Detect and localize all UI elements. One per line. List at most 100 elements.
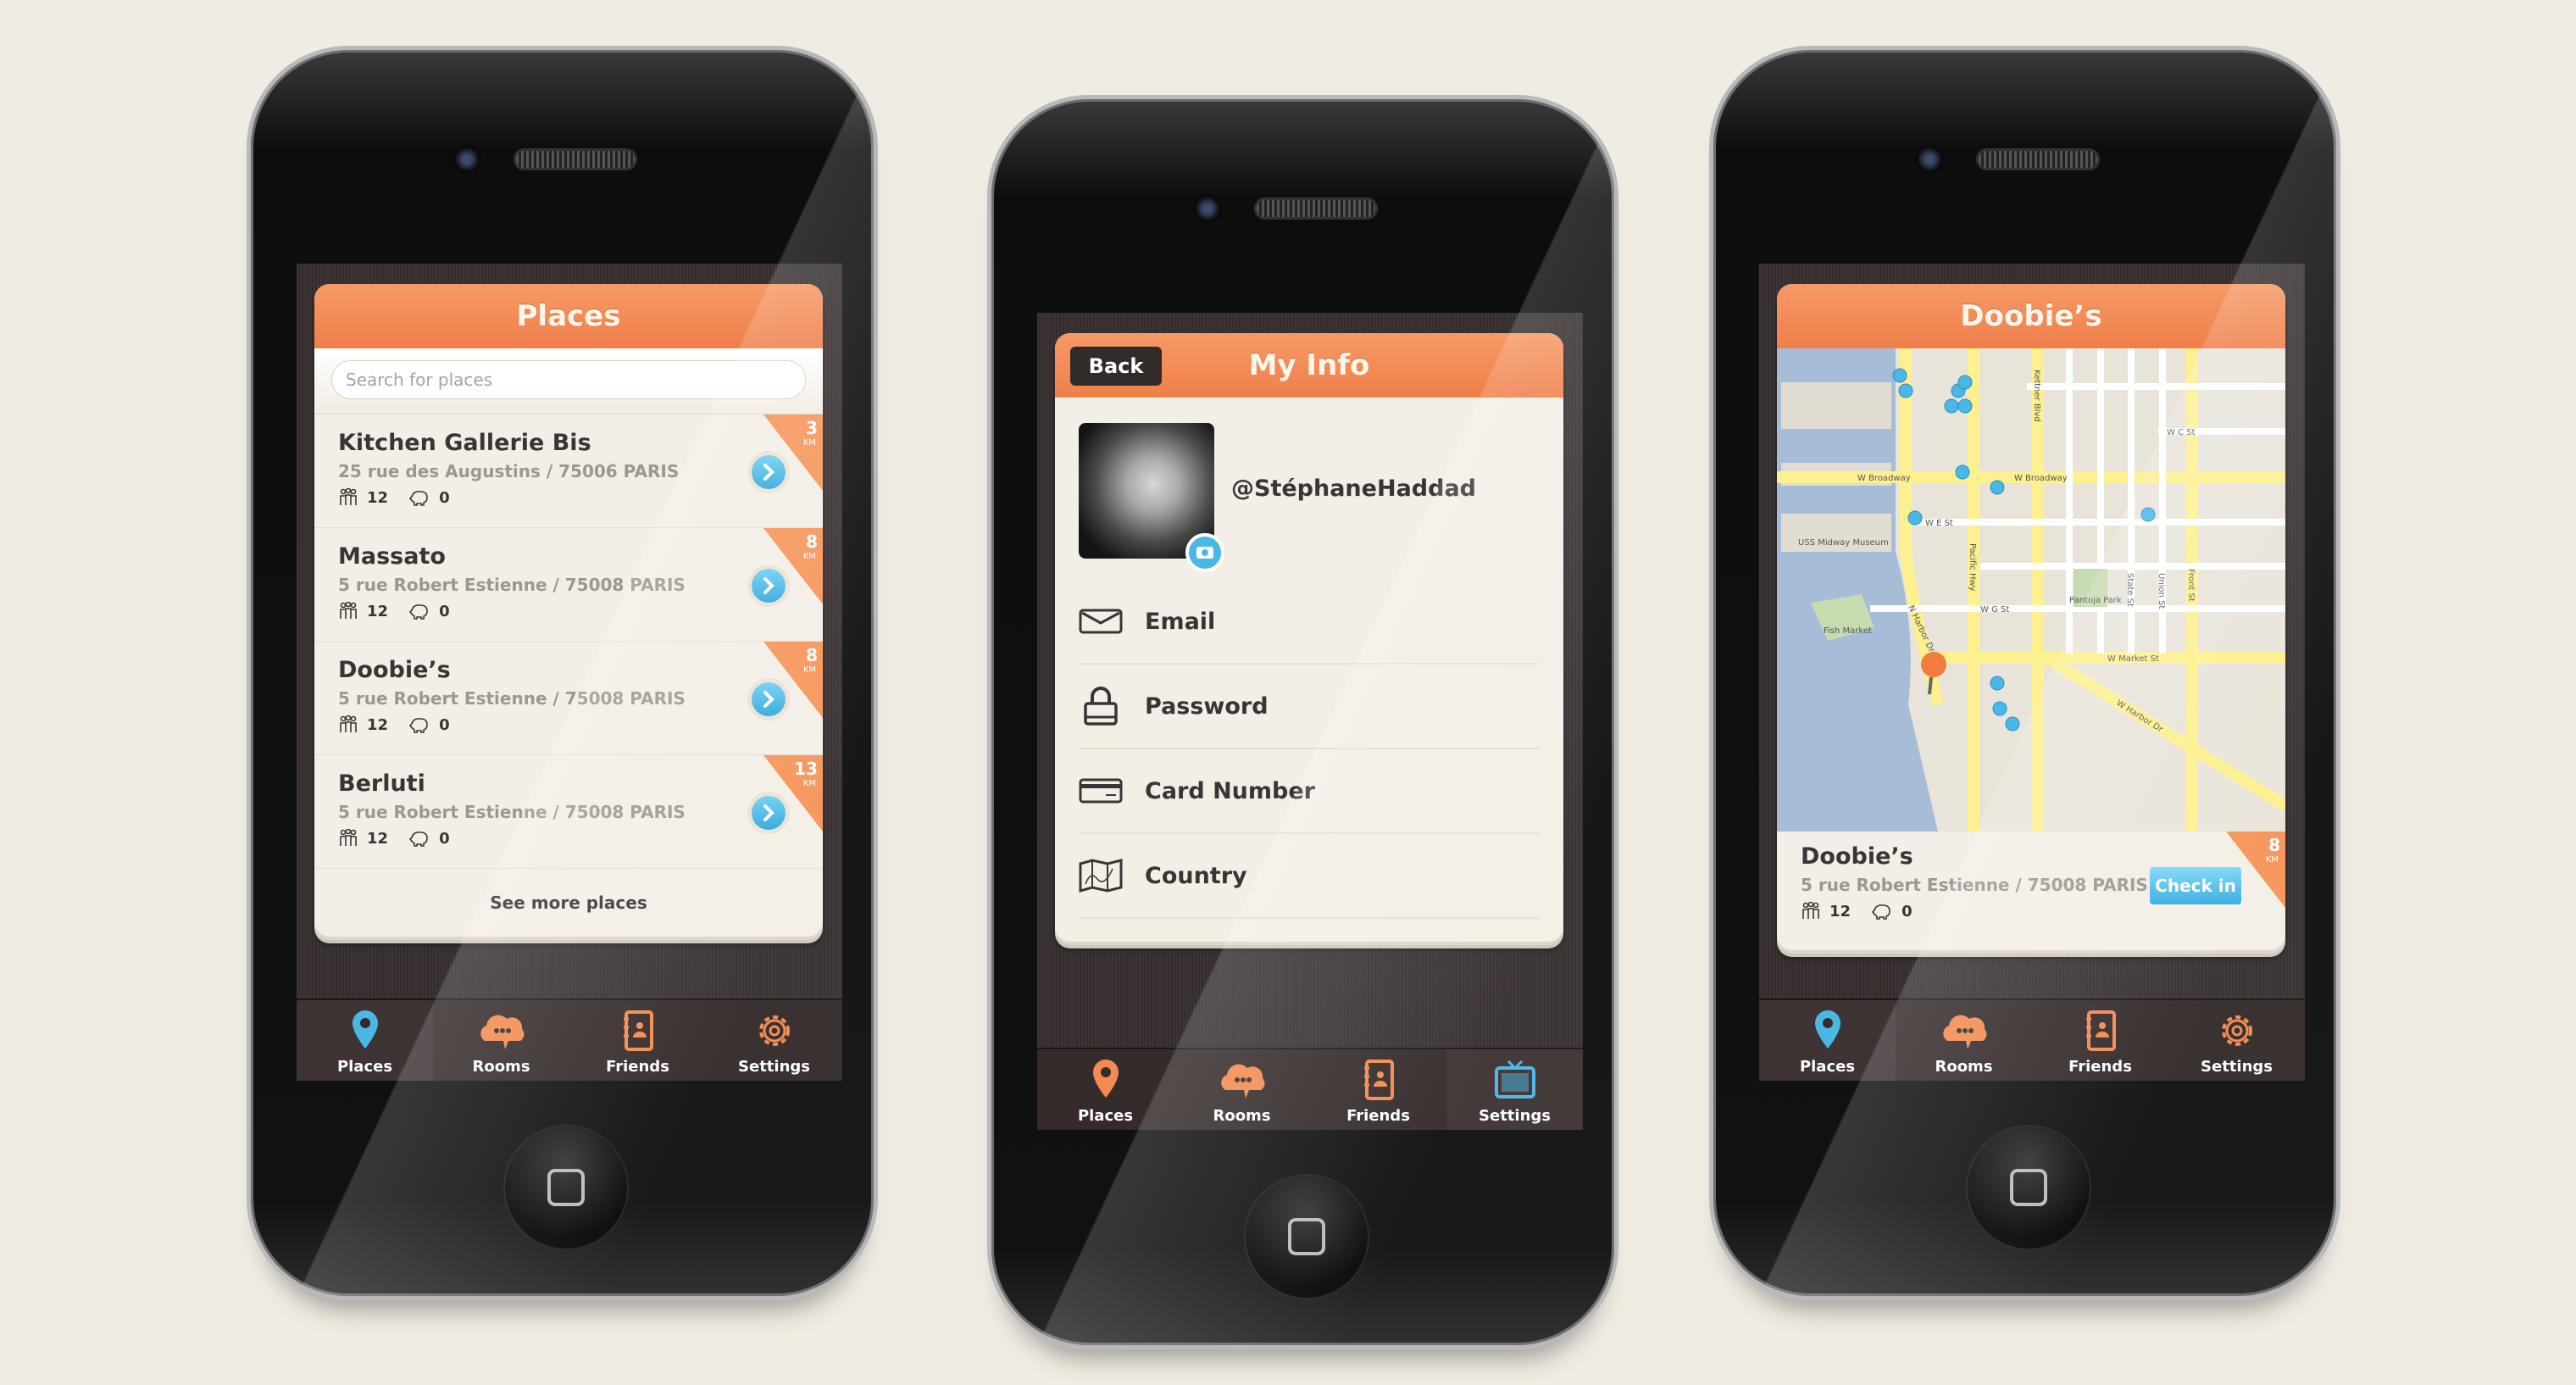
email-row[interactable]: Email bbox=[1079, 580, 1540, 665]
place-stats: 12 0 bbox=[338, 602, 799, 620]
map-label: W C St bbox=[2167, 428, 2196, 437]
tab-friends[interactable]: Friends bbox=[569, 1000, 706, 1081]
address-book-icon bbox=[2032, 1007, 2168, 1054]
tab-settings[interactable]: Settings bbox=[2168, 1000, 2305, 1081]
place-list-item[interactable]: Berluti 5 rue Robert Estienne / 75008 PA… bbox=[314, 755, 823, 869]
map-label: W Market St bbox=[2107, 654, 2159, 664]
people-count: 12 bbox=[1829, 902, 1852, 921]
tab-rooms[interactable]: Rooms bbox=[1174, 1049, 1310, 1130]
people-icon bbox=[1802, 902, 1819, 919]
tab-label: Rooms bbox=[472, 1058, 530, 1076]
place-list-item[interactable]: Doobie’s 5 rue Robert Estienne / 75008 P… bbox=[314, 642, 823, 755]
map-label: Union St bbox=[2157, 573, 2166, 609]
home-button[interactable] bbox=[1968, 1126, 2090, 1249]
place-stats: 12 0 bbox=[338, 715, 799, 734]
tab-label: Places bbox=[1077, 1107, 1134, 1125]
selected-place-pin[interactable] bbox=[1921, 652, 1946, 677]
deals-count: 0 bbox=[439, 488, 450, 507]
front-camera bbox=[1915, 145, 1944, 174]
place-summary: Doobie’s 5 rue Robert Estienne / 75008 P… bbox=[1777, 832, 2285, 950]
people-count: 12 bbox=[367, 488, 389, 507]
map-card: Doobie’s W Broadway W Broadway Kettner B… bbox=[1777, 284, 2285, 950]
see-more-places-button[interactable]: See more places bbox=[314, 869, 823, 937]
gear-icon bbox=[706, 1007, 842, 1054]
place-name: Doobie’s bbox=[338, 657, 451, 683]
tab-settings[interactable]: Settings bbox=[706, 1000, 842, 1081]
map-label: USS Midway Museum bbox=[1798, 538, 1889, 548]
places-screen: Places Kitchen Gallerie Bis 25 rue des A… bbox=[297, 264, 842, 1081]
gear-icon bbox=[2168, 1007, 2305, 1054]
map-label: W Broadway bbox=[1857, 474, 1911, 483]
chevron-right-icon[interactable] bbox=[752, 455, 786, 489]
map-pin-icon bbox=[1037, 1056, 1174, 1104]
place-name: Doobie’s bbox=[1801, 843, 1913, 870]
chevron-right-icon[interactable] bbox=[752, 796, 786, 830]
tab-bar: Places Rooms Friends Settings bbox=[1037, 1048, 1583, 1130]
tab-label: Rooms bbox=[1935, 1058, 1993, 1076]
tab-rooms[interactable]: Rooms bbox=[433, 1000, 569, 1081]
map-view[interactable]: W Broadway W Broadway Kettner Blvd Pacif… bbox=[1777, 348, 2285, 832]
people-icon bbox=[340, 829, 357, 846]
address-book-icon bbox=[1310, 1056, 1446, 1104]
password-label: Password bbox=[1145, 692, 1269, 720]
deals-count: 0 bbox=[1901, 902, 1913, 921]
tab-places[interactable]: Places bbox=[297, 1000, 433, 1081]
home-button[interactable] bbox=[505, 1126, 627, 1249]
tab-bar: Places Rooms Friends Settings bbox=[297, 998, 842, 1081]
tab-friends[interactable]: Friends bbox=[1310, 1049, 1446, 1130]
map-label: Kettner Blvd bbox=[2032, 370, 2041, 422]
place-address: 5 rue Robert Estienne / 75008 PARIS bbox=[338, 575, 686, 595]
back-button[interactable]: Back bbox=[1070, 347, 1162, 386]
tab-places[interactable]: Places bbox=[1759, 1000, 1896, 1081]
place-stats: 12 0 bbox=[338, 829, 799, 848]
piggy-bank-icon bbox=[409, 604, 428, 620]
profile-section: @StéphaneHaddad bbox=[1055, 398, 1563, 580]
map-label: W G St bbox=[1980, 605, 2009, 615]
chevron-right-icon[interactable] bbox=[752, 569, 786, 603]
search-input[interactable] bbox=[331, 360, 806, 399]
camera-icon[interactable] bbox=[1185, 533, 1224, 572]
tab-friends[interactable]: Friends bbox=[2032, 1000, 2168, 1081]
people-icon bbox=[340, 488, 357, 505]
page-title: Doobie’s bbox=[1777, 284, 2285, 348]
envelope-icon bbox=[1079, 609, 1123, 634]
speaker-grille bbox=[514, 148, 637, 170]
piggy-bank-icon bbox=[409, 718, 428, 733]
my-info-card: Back My Info @StéphaneHaddad Email Passw… bbox=[1055, 333, 1563, 942]
map-label: State St bbox=[2125, 573, 2135, 607]
tab-label: Rooms bbox=[1213, 1107, 1271, 1125]
chevron-right-icon[interactable] bbox=[752, 682, 786, 716]
tab-label: Settings bbox=[2201, 1058, 2273, 1076]
password-row[interactable]: Password bbox=[1079, 665, 1540, 749]
country-row[interactable]: Country bbox=[1079, 834, 1540, 919]
speaker-grille bbox=[1254, 197, 1378, 220]
home-button[interactable] bbox=[1246, 1176, 1368, 1298]
speaker-grille bbox=[1976, 148, 2100, 170]
tab-settings[interactable]: Settings bbox=[1446, 1049, 1583, 1130]
lock-icon bbox=[1084, 687, 1118, 726]
places-card: Places Kitchen Gallerie Bis 25 rue des A… bbox=[314, 284, 823, 937]
place-list-item[interactable]: Massato 5 rue Robert Estienne / 75008 PA… bbox=[314, 528, 823, 642]
map-label: Front St bbox=[2186, 569, 2196, 602]
place-list-item[interactable]: Kitchen Gallerie Bis 25 rue des Augustin… bbox=[314, 414, 823, 528]
map-label: W Broadway bbox=[2014, 474, 2068, 483]
tab-places[interactable]: Places bbox=[1037, 1049, 1174, 1130]
map-icon bbox=[1079, 859, 1123, 893]
search-bar bbox=[314, 348, 823, 414]
tab-label: Friends bbox=[1346, 1107, 1410, 1125]
front-camera bbox=[452, 145, 481, 174]
check-in-button[interactable]: Check in bbox=[2150, 867, 2241, 904]
tab-rooms[interactable]: Rooms bbox=[1896, 1000, 2032, 1081]
card-number-row[interactable]: Card Number bbox=[1079, 749, 1540, 834]
place-stats: 12 0 bbox=[1801, 902, 2262, 921]
place-name: Berluti bbox=[338, 770, 425, 797]
page-title: Places bbox=[314, 284, 823, 348]
place-address: 5 rue Robert Estienne / 75008 PARIS bbox=[338, 802, 686, 822]
tab-label: Settings bbox=[738, 1058, 810, 1076]
deals-count: 0 bbox=[439, 602, 450, 620]
address-book-icon bbox=[569, 1007, 706, 1054]
map-pin-icon bbox=[1759, 1007, 1896, 1054]
place-name: Massato bbox=[338, 543, 446, 570]
map-screen: Doobie’s W Broadway W Broadway Kettner B… bbox=[1759, 264, 2305, 1081]
chat-cloud-icon bbox=[1896, 1007, 2032, 1054]
